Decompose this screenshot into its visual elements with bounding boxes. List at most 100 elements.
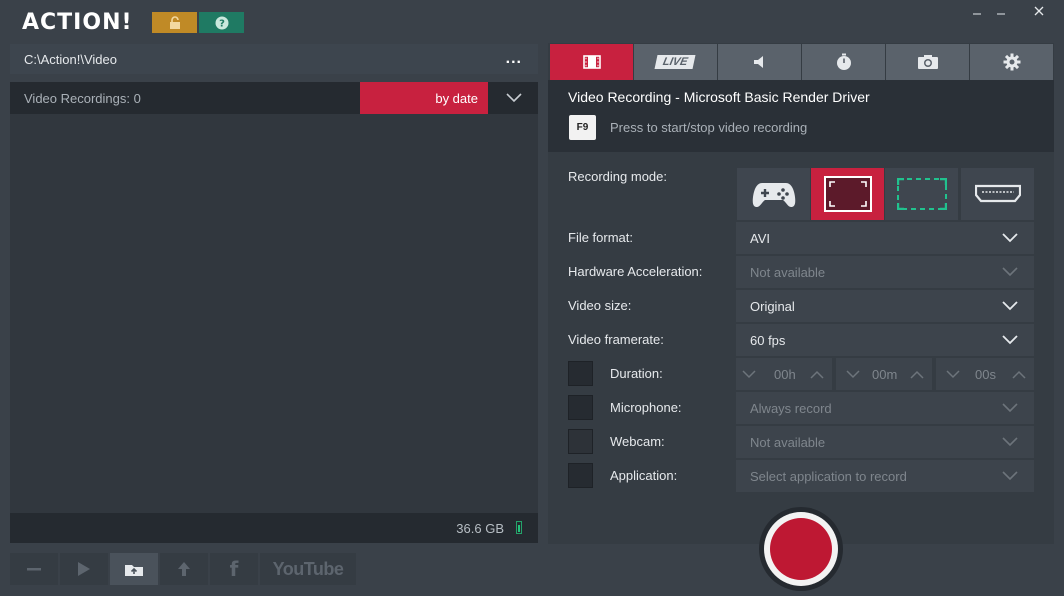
play-button[interactable] <box>60 553 108 585</box>
help-icon: ? <box>215 16 229 30</box>
application-dropdown: Select application to record <box>736 460 1034 492</box>
sort-button[interactable]: by date <box>360 82 488 114</box>
framerate-label: Video framerate: <box>568 332 664 347</box>
chevron-down-icon <box>1002 437 1018 447</box>
duration-checkbox[interactable] <box>568 361 593 386</box>
mode-desktop-button[interactable] <box>811 168 884 220</box>
microphone-dropdown: Always record <box>736 392 1034 424</box>
live-icon: LIVE <box>654 55 697 69</box>
selection-area-icon <box>896 178 947 210</box>
hdmi-icon <box>974 183 1021 205</box>
application-placeholder: Select application to record <box>750 469 907 484</box>
duration-minutes-value: 00m <box>872 367 898 382</box>
disk-space-icon <box>516 521 522 534</box>
browse-folder-button[interactable]: ... <box>506 51 522 67</box>
webcam-value: Not available <box>750 435 826 450</box>
recordings-header: Video Recordings: 0 by date <box>10 82 538 114</box>
chevron-down-icon <box>1002 403 1018 413</box>
minus-icon <box>27 567 41 571</box>
chevron-down-icon <box>742 370 756 379</box>
chevron-down-icon <box>1002 301 1018 311</box>
video-size-label: Video size: <box>568 298 632 313</box>
lock-button[interactable] <box>152 12 197 33</box>
tab-live[interactable]: LIVE <box>634 44 717 80</box>
svg-text:?: ? <box>219 18 225 29</box>
open-folder-button[interactable] <box>110 553 158 585</box>
play-icon <box>77 561 91 577</box>
sort-dropdown-chevron-icon[interactable] <box>506 93 522 103</box>
upload-button[interactable] <box>160 553 208 585</box>
restore-button[interactable] <box>990 2 1012 20</box>
folder-path-text: C:\Action!\Video <box>24 52 117 67</box>
video-folder-path: C:\Action!\Video ... <box>10 44 538 74</box>
recording-title: Video Recording - Microsoft Basic Render… <box>568 89 870 105</box>
hotkey-hint: Press to start/stop video recording <box>610 120 808 135</box>
file-format-dropdown[interactable]: AVI <box>736 222 1034 254</box>
application-label: Application: <box>610 468 678 483</box>
tab-benchmark[interactable] <box>802 44 885 80</box>
facebook-icon: f <box>229 557 239 581</box>
chevron-down-icon <box>1002 267 1018 277</box>
disk-free-space: 36.6 GB <box>456 521 504 536</box>
mode-game-button[interactable] <box>737 168 810 220</box>
delete-button[interactable] <box>10 553 58 585</box>
chevron-down-icon <box>946 370 960 379</box>
recordings-list[interactable] <box>10 114 538 513</box>
hotkey-badge[interactable]: F9 <box>569 115 596 140</box>
duration-hours-value: 00h <box>774 367 796 382</box>
app-logo: ACTION! <box>22 10 133 35</box>
gamepad-icon <box>752 180 796 208</box>
fullscreen-frame-icon <box>823 176 872 212</box>
mode-area-button[interactable] <box>885 168 958 220</box>
speaker-icon <box>752 54 768 70</box>
chevron-up-icon <box>1012 370 1026 379</box>
video-size-value: Original <box>750 299 795 314</box>
tab-screenshot[interactable] <box>886 44 969 80</box>
youtube-icon: YouTube <box>272 558 344 579</box>
framerate-dropdown[interactable]: 60 fps <box>736 324 1034 356</box>
chevron-up-icon <box>910 370 924 379</box>
duration-seconds-value: 00s <box>975 367 996 382</box>
webcam-checkbox <box>568 429 593 454</box>
microphone-value: Always record <box>750 401 832 416</box>
tab-audio[interactable] <box>718 44 801 80</box>
duration-hours-stepper: 00h <box>736 358 832 390</box>
video-size-dropdown[interactable]: Original <box>736 290 1034 322</box>
youtube-button[interactable]: YouTube <box>260 553 356 585</box>
close-button[interactable] <box>1028 2 1050 20</box>
chevron-up-icon <box>810 370 824 379</box>
duration-seconds-stepper: 00s <box>936 358 1034 390</box>
help-button[interactable]: ? <box>199 12 244 33</box>
webcam-label: Webcam: <box>610 434 665 449</box>
application-checkbox[interactable] <box>568 463 593 488</box>
webcam-dropdown: Not available <box>736 426 1034 458</box>
folder-icon <box>124 561 144 577</box>
facebook-button[interactable]: f <box>210 553 258 585</box>
microphone-checkbox[interactable] <box>568 395 593 420</box>
recordings-count: Video Recordings: 0 <box>24 91 141 106</box>
minimize-button[interactable] <box>966 2 988 20</box>
gear-icon <box>1003 53 1021 71</box>
recording-header: Video Recording - Microsoft Basic Render… <box>548 80 1054 152</box>
file-format-value: AVI <box>750 231 770 246</box>
film-icon <box>582 55 601 69</box>
mode-device-button[interactable] <box>961 168 1034 220</box>
chevron-down-icon <box>1002 233 1018 243</box>
disk-status-bar: 36.6 GB <box>10 513 538 543</box>
tab-video-recording[interactable] <box>550 44 633 80</box>
tab-settings[interactable] <box>970 44 1053 80</box>
duration-minutes-stepper: 00m <box>836 358 932 390</box>
chevron-down-icon <box>846 370 860 379</box>
hw-accel-label: Hardware Acceleration: <box>568 264 703 279</box>
framerate-value: 60 fps <box>750 333 786 348</box>
camera-icon <box>917 54 939 70</box>
record-icon <box>770 518 832 580</box>
microphone-label: Microphone: <box>610 400 682 415</box>
recording-mode-label: Recording mode: <box>568 169 667 184</box>
chevron-down-icon <box>1002 471 1018 481</box>
file-format-label: File format: <box>568 230 634 245</box>
chevron-down-icon <box>1002 335 1018 345</box>
duration-label: Duration: <box>610 366 663 381</box>
hw-accel-value: Not available <box>750 265 826 280</box>
lock-icon <box>168 15 182 30</box>
